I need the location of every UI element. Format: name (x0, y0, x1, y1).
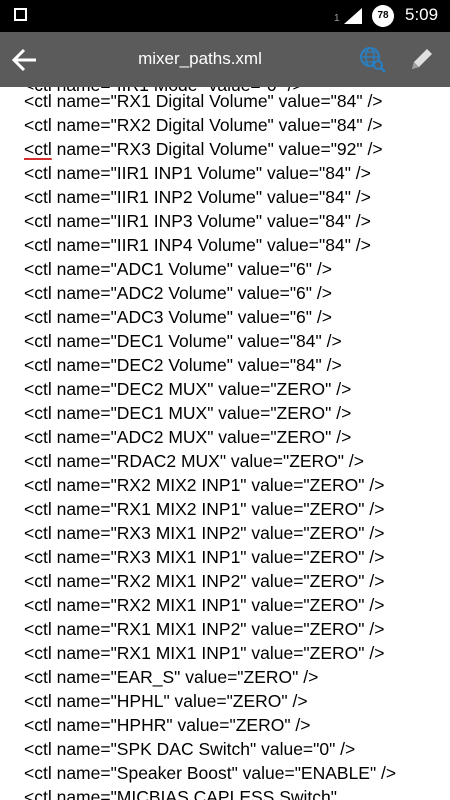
editor-line-rest: name="RX3 Digital Volume" value="92" /> (51, 139, 383, 159)
globe-search-icon[interactable] (358, 45, 386, 73)
sim-indicator: 1 (334, 13, 340, 24)
editor-line: <ctl name="IIR1 INP4 Volume" value="84" … (24, 235, 371, 255)
editor-line: <ctl name="RX2 MIX2 INP1" value="ZERO" /… (24, 475, 385, 495)
editor-line: <ctl name="MICBIAS CAPLESS Switch" (24, 787, 337, 800)
spellcheck-underlined-text: <ctl (24, 139, 52, 159)
editor-line: <ctl name="RX1 Digital Volume" value="84… (24, 91, 383, 111)
editor-line: <ctl name="Speaker Boost" value="ENABLE"… (24, 763, 397, 783)
editor-line: <ctl name="EAR_S" value="ZERO" /> (24, 667, 319, 687)
action-bar: mixer_paths.xml (0, 32, 450, 87)
editor-line: <ctl name="DEC1 Volume" value="84" /> (24, 331, 342, 351)
editor-line: <ctl name="IIR1 INP2 Volume" value="84" … (24, 187, 371, 207)
editor-line: <ctl name="RX2 MIX1 INP2" value="ZERO" /… (24, 571, 385, 591)
editor-line: <ctl name="RX2 MIX1 INP1" value="ZERO" /… (24, 595, 385, 615)
editor-line: <ctl name="RDAC2 MUX" value="ZERO" /> (24, 451, 364, 471)
editor-line: <ctl name="RX2 Digital Volume" value="84… (24, 115, 383, 135)
notification-square-icon (14, 8, 27, 21)
editor-line-with-cursor: <ctl name="RX3 Digital Volume" value="92… (24, 139, 383, 159)
editor-line: <ctl name="SPK DAC Switch" value="0" /> (24, 739, 356, 759)
editor-line: <ctl name="IIR1 INP3 Volume" value="84" … (24, 211, 371, 231)
xml-editor[interactable]: <ctl name="IIR1 Mode" value="0" /> <ctl … (0, 87, 450, 800)
editor-line: <ctl name="RX3 MIX1 INP2" value="ZERO" /… (24, 523, 385, 543)
status-bar: 1 78 5:09 (0, 0, 450, 32)
editor-line: <ctl name="ADC1 Volume" value="6" /> (24, 259, 332, 279)
editor-line: <ctl name="RX1 MIX1 INP2" value="ZERO" /… (24, 619, 385, 639)
editor-line: <ctl name="IIR1 INP1 Volume" value="84" … (24, 163, 371, 183)
editor-line: <ctl name="HPHL" value="ZERO" /> (24, 691, 308, 711)
editor-line: <ctl name="DEC2 Volume" value="84" /> (24, 355, 342, 375)
editor-line: <ctl name="ADC2 Volume" value="6" /> (24, 283, 332, 303)
editor-line: <ctl name="ADC3 Volume" value="6" /> (24, 307, 332, 327)
signal-icon (344, 8, 362, 24)
editor-line: <ctl name="DEC1 MUX" value="ZERO" /> (24, 403, 352, 423)
editor-line: <ctl name="RX3 MIX1 INP1" value="ZERO" /… (24, 547, 385, 567)
editor-line: <ctl name="ADC2 MUX" value="ZERO" /> (24, 427, 352, 447)
editor-line: <ctl name="HPHR" value="ZERO" /> (24, 715, 311, 735)
status-clock: 5:09 (405, 5, 439, 24)
editor-line: <ctl name="RX1 MIX1 INP1" value="ZERO" /… (24, 643, 385, 663)
pencil-edit-icon[interactable] (408, 45, 436, 73)
battery-icon: 78 (372, 5, 394, 27)
editor-line: <ctl name="RX1 MIX2 INP1" value="ZERO" /… (24, 499, 385, 519)
file-title: mixer_paths.xml (138, 49, 262, 68)
editor-line: <ctl name="DEC2 MUX" value="ZERO" /> (24, 379, 352, 399)
